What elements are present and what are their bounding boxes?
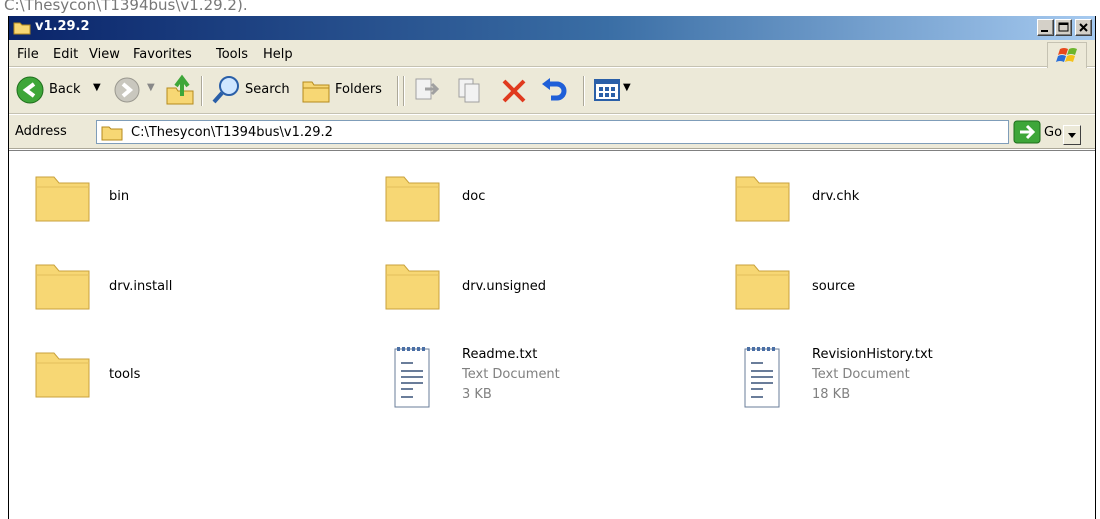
item-size: 18 KB	[812, 387, 851, 402]
folder-icon	[33, 165, 93, 231]
back-label[interactable]: Back	[49, 82, 81, 97]
standard-toolbar: Back ▼ ▼ Search Folders ▼	[9, 68, 1095, 114]
back-button[interactable]	[15, 75, 45, 109]
move-to-button[interactable]	[411, 76, 441, 110]
close-icon	[1079, 23, 1088, 32]
folder-item[interactable]: tools	[33, 341, 273, 411]
item-name: tools	[109, 367, 141, 382]
folder-icon	[101, 124, 123, 145]
folder-icon	[383, 253, 443, 319]
item-name: source	[812, 279, 856, 294]
search-icon	[212, 76, 239, 104]
folder-icon	[33, 341, 93, 407]
up-folder-icon	[166, 74, 194, 105]
toolbar-separator	[397, 76, 399, 106]
forward-arrow-icon	[114, 77, 140, 103]
menu-favorites[interactable]: Favorites	[133, 47, 192, 62]
item-type: Text Document	[462, 367, 560, 382]
go-arrow-icon	[1013, 120, 1041, 144]
item-name: drv.chk	[812, 189, 860, 204]
folder-icon	[13, 20, 31, 39]
close-button[interactable]	[1075, 19, 1092, 36]
forward-dropdown-icon[interactable]: ▼	[147, 82, 155, 93]
windows-logo-icon	[1047, 42, 1087, 70]
toolbar-separator	[201, 76, 203, 106]
notepad-document-icon	[741, 341, 785, 415]
maximize-icon	[1058, 22, 1069, 32]
text-file-item[interactable]: RevisionHistory.txt Text Document 18 KB	[733, 341, 1013, 411]
text-file-item[interactable]: Readme.txt Text Document 3 KB	[383, 341, 643, 411]
folder-item[interactable]: drv.chk	[733, 165, 973, 227]
views-icon	[594, 79, 620, 101]
address-input[interactable]: C:\Thesycon\T1394bus\v1.29.2	[96, 120, 1081, 145]
item-name: drv.install	[109, 279, 173, 294]
folder-item[interactable]: bin	[33, 165, 273, 227]
delete-button[interactable]	[499, 76, 529, 110]
file-list-view: bin doc drv.chk drv.install drv.unsigned…	[9, 150, 1095, 519]
folder-icon	[733, 253, 793, 319]
menu-tools[interactable]: Tools	[216, 47, 248, 62]
window-title: v1.29.2	[35, 19, 90, 34]
address-path[interactable]: C:\Thesycon\T1394bus\v1.29.2	[131, 125, 333, 140]
copy-to-button[interactable]	[455, 76, 485, 110]
toolbar-separator	[403, 76, 405, 106]
copy-to-icon	[458, 78, 480, 103]
chevron-down-icon	[1068, 133, 1076, 138]
go-button[interactable]	[1013, 120, 1041, 148]
minimize-button[interactable]	[1037, 19, 1054, 36]
folder-icon	[733, 165, 793, 231]
menu-help[interactable]: Help	[263, 47, 293, 62]
menu-edit[interactable]: Edit	[53, 47, 78, 62]
item-name: Readme.txt	[462, 347, 538, 362]
folder-item[interactable]: source	[733, 253, 973, 315]
undo-button[interactable]	[539, 76, 569, 110]
maximize-button[interactable]	[1055, 19, 1072, 36]
folders-button[interactable]	[301, 76, 331, 108]
toolbar-separator	[583, 76, 585, 106]
item-name: bin	[109, 189, 130, 204]
search-label[interactable]: Search	[245, 82, 290, 97]
address-bar: Address C:\Thesycon\T1394bus\v1.29.2 Go	[9, 115, 1095, 149]
item-name: drv.unsigned	[462, 279, 547, 294]
folder-icon	[383, 165, 443, 231]
folder-item[interactable]: drv.install	[33, 253, 273, 315]
explorer-window: v1.29.2 File Edit View Favorites Tools H…	[8, 16, 1096, 519]
delete-icon	[502, 79, 526, 103]
search-button[interactable]	[211, 75, 241, 109]
menu-view[interactable]: View	[89, 47, 120, 62]
folder-item[interactable]: drv.unsigned	[383, 253, 623, 315]
folder-item[interactable]: doc	[383, 165, 623, 227]
item-name: doc	[462, 189, 486, 204]
item-type: Text Document	[812, 367, 910, 382]
minimize-icon	[1041, 30, 1048, 32]
title-bar[interactable]: v1.29.2	[9, 16, 1095, 40]
item-name: RevisionHistory.txt	[812, 347, 933, 362]
back-arrow-icon	[16, 76, 44, 104]
forward-button[interactable]	[113, 76, 141, 108]
folders-label[interactable]: Folders	[335, 82, 382, 97]
undo-icon	[542, 78, 567, 101]
menu-bar: File Edit View Favorites Tools Help	[9, 40, 1095, 67]
back-dropdown-icon[interactable]: ▼	[93, 82, 101, 93]
views-button[interactable]	[593, 77, 621, 107]
item-size: 3 KB	[462, 387, 492, 402]
views-dropdown-icon[interactable]: ▼	[623, 82, 631, 93]
notepad-document-icon	[391, 341, 435, 415]
go-label[interactable]: Go	[1044, 125, 1062, 140]
move-to-icon	[415, 78, 440, 100]
menu-file[interactable]: File	[17, 47, 39, 62]
folders-icon	[302, 81, 330, 103]
address-dropdown-button[interactable]	[1063, 125, 1081, 145]
up-folder-button[interactable]	[165, 74, 195, 110]
address-label: Address	[15, 124, 67, 139]
folder-icon	[33, 253, 93, 319]
